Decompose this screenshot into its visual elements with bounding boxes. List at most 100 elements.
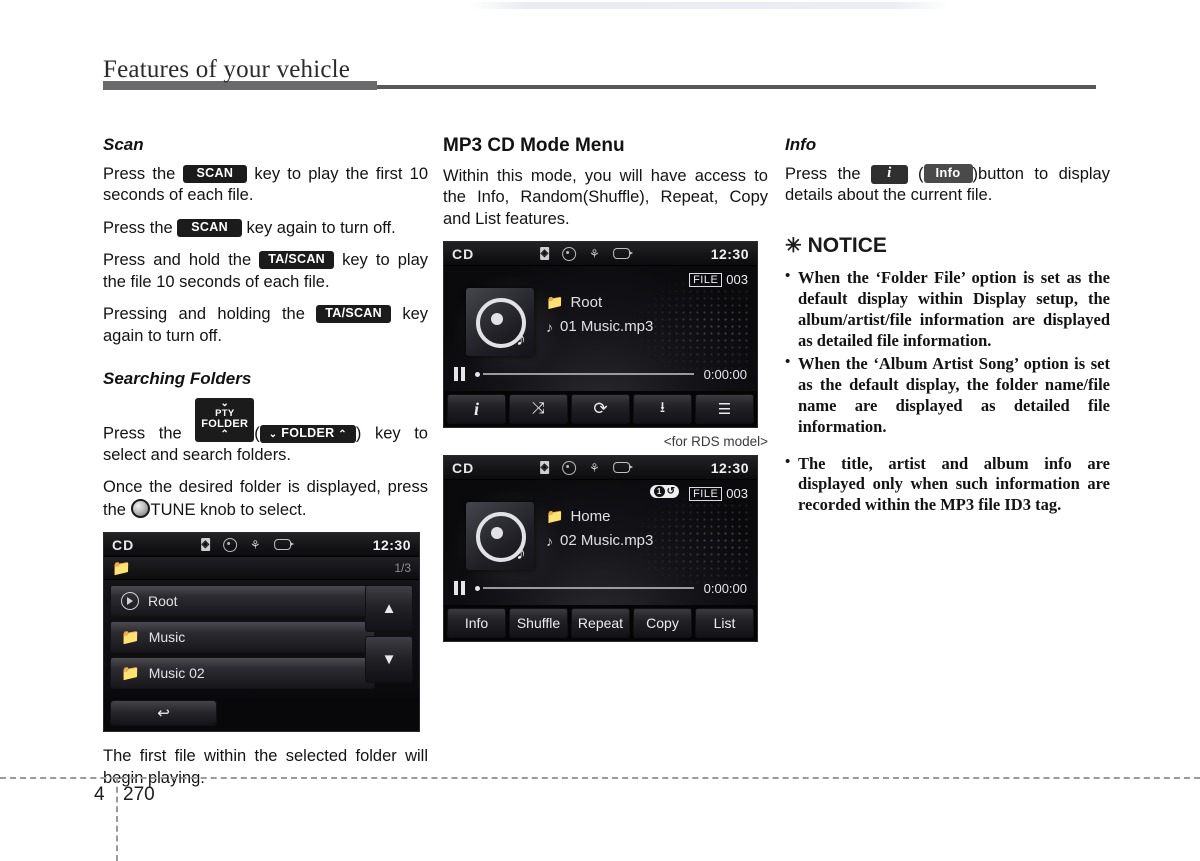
album-art: ♪	[466, 288, 534, 357]
rds-track-line: ♪ 01 Music.mp3	[546, 318, 653, 335]
notice-list: When the ‘Folder File’ option is set as …	[785, 267, 1110, 516]
list-item-label: Root	[148, 593, 178, 610]
page-title: Features of your vehicle	[103, 56, 351, 83]
shuffle-icon: ⤨	[532, 400, 545, 418]
chevron-up-icon: ⌃	[220, 428, 230, 440]
std-progress-bar[interactable]: 0:00:00	[444, 577, 757, 599]
notice-heading-label: NOTICE	[807, 233, 887, 257]
list-body: Root 📁 Music 📁 Music 02 ▲ ▼	[104, 580, 419, 699]
scan-p2-text-b: key again to turn off.	[246, 218, 396, 237]
info-button[interactable]: i	[447, 394, 506, 425]
rds-folder-name: Root	[570, 294, 603, 312]
std-button-row: Info Shuffle Repeat Copy List	[444, 605, 757, 642]
ta-scan-key-chip-2: TA/SCAN	[316, 305, 391, 324]
info-icon: i	[473, 398, 479, 419]
rds-file-indicator: FILE 003	[689, 272, 748, 287]
rds-button-row: i ⤨ ⟳ ⭳ ☰	[444, 391, 757, 428]
music-note-icon: ♪	[516, 328, 526, 351]
scan-key-chip-2: SCAN	[177, 218, 242, 237]
chevron-down-icon-2: ⌄	[268, 428, 278, 440]
file-number: 003	[726, 272, 748, 288]
mp3-mode-heading: MP3 CD Mode Menu	[443, 135, 625, 156]
copy-button[interactable]: Copy	[633, 608, 692, 639]
pty-folder-key-chip: ⌄ PTY FOLDER ⌃	[195, 398, 255, 442]
footer-divider	[0, 777, 1200, 779]
rds-elapsed-time: 0:00:00	[703, 366, 747, 382]
list-icon: ☰	[717, 401, 732, 419]
scan-p1-text-a: Press the	[103, 165, 176, 183]
repeat-one-badge: 1 ↺	[649, 485, 679, 499]
list-button[interactable]: List	[695, 608, 754, 639]
list-path-bar: 📁 1/3	[104, 557, 419, 581]
bluetooth-icon: ◈	[200, 538, 210, 552]
shuffle-button[interactable]: ⤨	[509, 394, 568, 425]
info-i-key-chip: i	[871, 165, 908, 184]
searching-folders-heading: Searching Folders	[103, 369, 252, 389]
scan-heading: Scan	[103, 135, 144, 154]
play-icon	[121, 592, 139, 611]
tune-label: TUNE	[150, 500, 196, 519]
notice-item: When the ‘Album Artist Song’ option is s…	[785, 353, 1110, 438]
folders-paragraph-1: Press the ⌄ PTY FOLDER ⌃(⌄ FOLDER ⌃) key to…	[103, 398, 428, 464]
std-file-indicator: FILE 003	[689, 486, 748, 501]
scroll-up-button[interactable]: ▲	[365, 585, 413, 633]
std-clock: 12:30	[710, 459, 749, 476]
back-button[interactable]: ↩	[110, 700, 217, 727]
rds-progress-bar[interactable]: 0:00:00	[444, 363, 757, 385]
music-note-icon: ♪	[546, 318, 553, 335]
bluetooth-icon: ◈	[539, 461, 549, 475]
info-key-chip: Info	[923, 164, 973, 183]
list-clock: 12:30	[372, 536, 411, 553]
rds-track-name: 01 Music.mp3	[560, 318, 654, 336]
std-track-name: 02 Music.mp3	[560, 532, 654, 550]
left-column: Scan Press the SCAN key to play the firs…	[103, 135, 428, 789]
copy-button[interactable]: ⭳	[633, 394, 692, 425]
chevron-up-icon-2: ⌃	[338, 428, 347, 440]
shuffle-button[interactable]: Shuffle	[509, 608, 568, 639]
repeat-button[interactable]: ⟳	[571, 394, 630, 425]
aux-device-icon	[273, 539, 294, 551]
list-status-bar: CD ◈ ⚘ 12:30	[104, 533, 419, 558]
list-button[interactable]: ☰	[695, 394, 754, 425]
notice-heading: ✳ NOTICE	[785, 233, 1110, 258]
std-folder-name: Home	[570, 508, 611, 526]
std-player-area: 1 ↺ FILE 003 ♪ 📁 Home ♪ 02 Music.mp3 0:0…	[444, 480, 757, 606]
scan-paragraph-1: Press the SCAN key to play the first 10 …	[103, 164, 428, 207]
aux-device-icon	[612, 462, 633, 474]
copy-icon: ⭳	[659, 398, 666, 416]
list-item[interactable]: Root	[110, 585, 375, 618]
std-source-label: CD	[452, 459, 475, 476]
progress-knob	[475, 585, 480, 591]
scan-p2-text-a: Press the	[103, 218, 173, 237]
info-button[interactable]: Info	[447, 608, 506, 639]
usb-icon: ⚘	[588, 460, 600, 475]
closing-paragraph: The first file within the selected folde…	[103, 747, 428, 787]
disc-icon	[222, 537, 237, 552]
scan-p4-text-a: Pressing and holding the	[103, 305, 305, 324]
rds-folder-line: 📁 Root	[546, 294, 653, 311]
usb-icon: ⚘	[249, 537, 261, 552]
std-track-meta: 📁 Home ♪ 02 Music.mp3	[546, 508, 653, 556]
scroll-down-button[interactable]: ▼	[365, 636, 413, 684]
file-label: FILE	[689, 486, 723, 501]
rds-caption: <for RDS model>	[663, 434, 768, 450]
folder-icon: 📁	[112, 560, 131, 578]
list-item[interactable]: 📁 Music 02	[110, 657, 375, 690]
folders-paragraph-2: Once the desired folder is displayed, pr…	[103, 477, 428, 521]
chapter-number: 4	[94, 784, 105, 805]
bluetooth-icon: ◈	[539, 247, 549, 261]
middle-column: MP3 CD Mode Menu Within this mode, you w…	[443, 135, 768, 643]
folders-p2-text-b: knob to select.	[200, 500, 307, 519]
asterisk-icon: ✳	[785, 234, 802, 257]
repeat-button[interactable]: Repeat	[571, 608, 630, 639]
folder-icon: 📁	[121, 629, 140, 647]
footer-vertical-divider	[116, 777, 118, 861]
info-heading: Info	[785, 135, 817, 154]
progress-track	[483, 587, 694, 590]
scan-paragraph-2: Press the SCAN key again to turn off.	[103, 218, 428, 239]
progress-knob	[475, 371, 480, 377]
folders-p1-text-a: Press the	[103, 424, 182, 443]
scan-key-chip: SCAN	[182, 165, 248, 184]
repeat-icon: ⟳	[593, 399, 608, 419]
list-item[interactable]: 📁 Music	[110, 621, 375, 654]
